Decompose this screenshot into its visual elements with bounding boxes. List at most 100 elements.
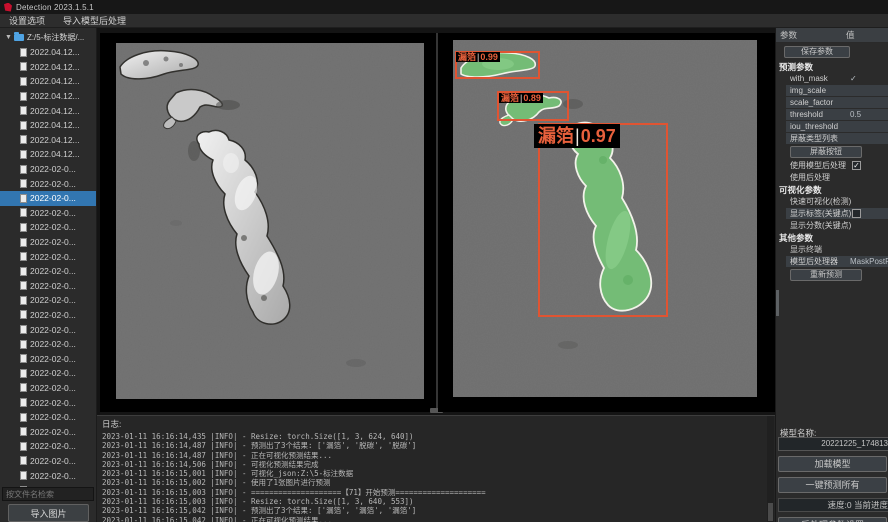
sidebar-file-item[interactable]: 2022-02-0... — [0, 351, 97, 366]
sidebar-file-item[interactable]: 2022-02-0... — [0, 279, 97, 294]
source-image-canvas[interactable] — [116, 43, 424, 399]
sidebar-file-item[interactable]: 2022.04.12... — [0, 133, 97, 148]
sidebar-file-item[interactable]: 2022-02-0... — [0, 162, 97, 177]
param-button[interactable]: 重新预测 — [790, 269, 862, 281]
sidebar-file-item[interactable]: 2022-02-0... — [0, 381, 97, 396]
sidebar-file-item[interactable]: 2022-02-0... — [0, 366, 97, 381]
file-label: 2022-02-0... — [30, 398, 76, 408]
file-icon — [20, 92, 27, 101]
file-tree-sidebar: ▼ Z:/5-标注数据/... 2022.04.12...2022.04.12.… — [0, 28, 97, 522]
sidebar-file-item[interactable]: 2022.04.12... — [0, 103, 97, 118]
sidebar-file-item[interactable]: 2022-02-0... — [0, 395, 97, 410]
file-label: 2022.04.12... — [30, 106, 80, 116]
log-scrollbar-thumb[interactable] — [768, 503, 773, 521]
source-image-panel — [100, 33, 436, 412]
sidebar-file-item[interactable]: 2022-02-0... — [0, 206, 97, 221]
sidebar-file-item[interactable]: 2022-02-0... — [0, 235, 97, 250]
log-line: 2023-01-11 16:16:15,002 |INFO| - 使用了1张图片… — [102, 478, 775, 487]
file-icon — [20, 48, 27, 57]
file-label: 2022-02-0... — [30, 281, 76, 291]
sidebar-file-item[interactable]: 2022-02-0... — [0, 439, 97, 454]
model-name-field[interactable]: 20221225_174813 — [778, 437, 888, 451]
param-row[interactable]: 屏蔽类型列表 — [786, 133, 888, 144]
save-params-button[interactable]: 保存参数 — [784, 46, 850, 58]
file-icon — [20, 383, 27, 392]
file-icon — [20, 150, 27, 159]
param-name: 屏蔽类型列表 — [786, 133, 888, 144]
import-images-button[interactable]: 导入图片 — [8, 504, 89, 522]
detection-label: 漏箔|0.97 — [534, 124, 620, 148]
file-label: 2022-02-0... — [30, 354, 76, 364]
param-button[interactable]: 屏蔽按钮 — [790, 146, 862, 158]
param-row[interactable]: 模型后处理器MaskPostPro — [786, 256, 888, 267]
sidebar-file-item[interactable]: 2022-02-0... — [0, 337, 97, 352]
param-row[interactable]: img_scale — [786, 85, 888, 96]
file-icon — [20, 442, 27, 451]
sidebar-file-item[interactable]: 2022.04.12... — [0, 118, 97, 133]
file-icon — [20, 106, 27, 115]
sidebar-file-item[interactable]: 2022.04.12... — [0, 45, 97, 60]
file-icon — [20, 413, 27, 422]
sidebar-file-item[interactable]: 2022-02-0... — [0, 264, 97, 279]
param-row: 使用模型后处理✓ — [786, 160, 888, 171]
checkbox[interactable]: ✓ — [852, 161, 861, 170]
sidebar-file-item[interactable]: 2022.04.12... — [0, 74, 97, 89]
param-list: 预测参数with_mask✓img_scalescale_factorthres… — [776, 61, 888, 281]
load-model-button[interactable]: 加载模型 — [778, 456, 887, 472]
sidebar-file-item[interactable]: 2022-02-0... — [0, 410, 97, 425]
label-separator: | — [477, 52, 479, 62]
sidebar-file-item[interactable]: 2022-02-0... — [0, 249, 97, 264]
sidebar-file-item[interactable]: 2022-02-0... — [0, 191, 97, 206]
label-separator: | — [575, 126, 580, 146]
menu-item-import-postprocess[interactable]: 导入模型后处理 — [54, 14, 135, 28]
predict-all-button[interactable]: 一键预测所有 — [778, 477, 887, 493]
sidebar-file-item[interactable]: 2022.04.12... — [0, 147, 97, 162]
tree-root-item[interactable]: ▼ Z:/5-标注数据/... — [0, 30, 84, 44]
sidebar-file-item[interactable]: 2022-02-0... — [0, 454, 97, 469]
params-scrollbar[interactable] — [776, 290, 779, 316]
log-scrollbar[interactable] — [767, 416, 774, 522]
file-icon — [20, 471, 27, 480]
file-icon — [20, 296, 27, 305]
detection-bbox — [538, 123, 668, 317]
param-row[interactable]: 显示标签(关键点) — [786, 208, 888, 219]
param-name: 显示终端 — [786, 244, 888, 255]
sidebar-file-item[interactable]: 2022.04.12... — [0, 89, 97, 104]
param-row: 使用后处理 — [786, 172, 888, 183]
app-icon — [4, 3, 12, 12]
param-row[interactable]: iou_threshold — [786, 121, 888, 132]
menu-item-settings[interactable]: 设置选项 — [0, 14, 54, 28]
sidebar-file-item[interactable]: 2022-02-0... — [0, 176, 97, 191]
file-label: 2022-02-0... — [30, 237, 76, 247]
param-name: 使用后处理 — [786, 172, 888, 183]
param-row: 快速可视化(检测) — [786, 196, 888, 207]
detection-class: 漏箔 — [538, 126, 574, 146]
sidebar-file-item[interactable]: 2022-02-0... — [0, 308, 97, 323]
sidebar-file-item[interactable]: 2022-02-0... — [0, 424, 97, 439]
title-bar: Detection 2023.1.5.1 — [0, 0, 888, 14]
file-label: 2022.04.12... — [30, 120, 80, 130]
menu-bar: 设置选项 导入模型后处理 — [0, 14, 888, 28]
chevron-down-icon[interactable]: ▼ — [5, 34, 12, 41]
param-name: 显示分数(关键点) — [786, 220, 888, 231]
tree-root-label: Z:/5-标注数据/... — [27, 32, 84, 43]
file-icon — [20, 62, 27, 71]
file-icon — [20, 223, 27, 232]
sidebar-file-item[interactable]: 2022-02-0... — [0, 293, 97, 308]
param-row: 显示分数(关键点) — [786, 220, 888, 231]
postprocess-settings-button[interactable]: 后处理参数设置 — [778, 517, 887, 522]
param-column-header: 参数 — [780, 28, 797, 43]
sidebar-file-item[interactable]: 2022-02-0... — [0, 468, 97, 483]
param-row[interactable]: threshold0.5 — [786, 109, 888, 120]
sidebar-file-item[interactable]: 2022-02-0... — [0, 220, 97, 235]
sidebar-file-item[interactable]: 2022-02-0... — [0, 322, 97, 337]
log-line: 2023-01-11 16:16:14,487 |INFO| - 预测出了3个结… — [102, 441, 775, 450]
file-icon — [20, 252, 27, 261]
label-separator: | — [520, 93, 522, 103]
checkbox[interactable] — [852, 209, 861, 218]
param-row[interactable]: scale_factor — [786, 97, 888, 108]
sidebar-file-item[interactable]: 2022.04.12... — [0, 60, 97, 75]
search-input[interactable] — [2, 487, 94, 501]
file-label: 2022-02-0... — [30, 325, 76, 335]
log-line: 2023-01-11 16:16:14,435 |INFO| - Resize:… — [102, 432, 775, 441]
